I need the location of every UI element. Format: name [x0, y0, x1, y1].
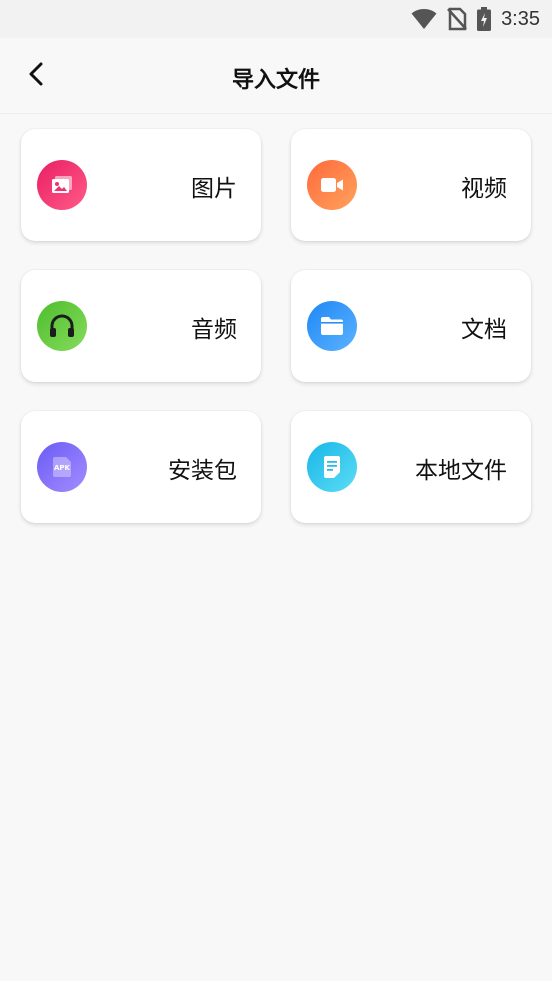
svg-text:APK: APK	[54, 464, 71, 472]
category-label: 安装包	[168, 458, 237, 484]
category-label: 文档	[461, 317, 507, 343]
app-bar: 导入文件	[0, 38, 552, 114]
video-icon	[307, 160, 357, 210]
category-label: 音频	[191, 317, 237, 343]
category-card-documents[interactable]: 文档	[291, 270, 531, 382]
category-card-local-files[interactable]: 本地文件	[291, 411, 531, 523]
status-bar: 3:35	[0, 0, 552, 38]
file-icon	[307, 442, 357, 492]
wifi-icon	[411, 8, 437, 30]
apk-icon: APK	[37, 442, 87, 492]
category-card-videos[interactable]: 视频	[291, 129, 531, 241]
category-card-packages[interactable]: APK 安装包	[21, 411, 261, 523]
category-card-images[interactable]: 图片	[21, 129, 261, 241]
battery-charging-icon	[477, 7, 492, 31]
no-sim-icon	[447, 7, 467, 31]
status-time: 3:35	[501, 7, 540, 30]
category-label: 视频	[461, 176, 507, 202]
category-card-audio[interactable]: 音频	[21, 270, 261, 382]
headphones-icon	[37, 301, 87, 351]
image-icon	[37, 160, 87, 210]
category-label: 图片	[191, 176, 237, 202]
page-title: 导入文件	[231, 68, 320, 93]
category-label: 本地文件	[415, 458, 507, 484]
folder-icon	[307, 301, 357, 351]
